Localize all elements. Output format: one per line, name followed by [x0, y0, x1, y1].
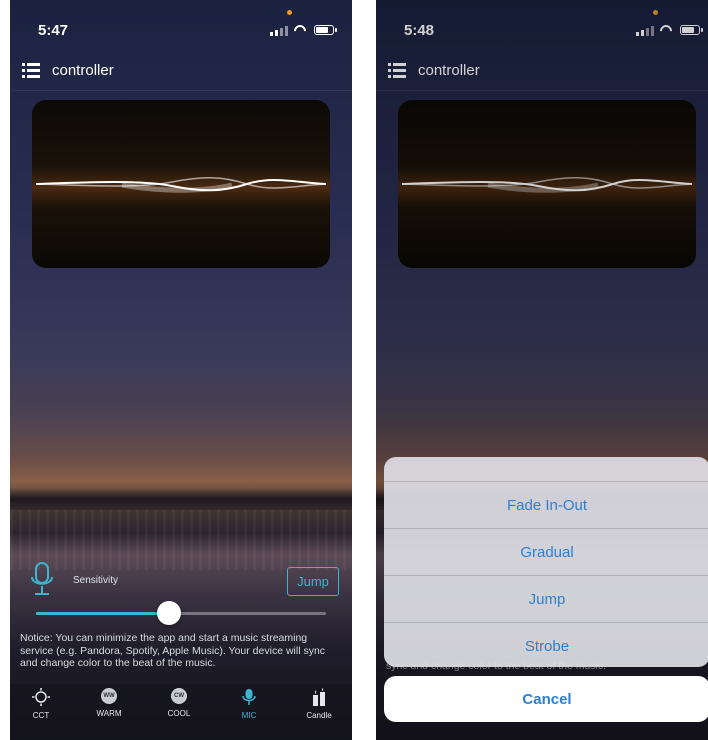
tab-candle[interactable]: Candle	[294, 688, 344, 720]
screen-mic-mode: 5:47 controller Sensitivity Jump Notice:…	[10, 0, 352, 740]
sensitivity-slider[interactable]	[36, 601, 326, 625]
mode-select-button[interactable]: Jump	[287, 567, 339, 596]
waveform-graphic	[35, 176, 327, 193]
microphone-icon[interactable]	[30, 562, 54, 596]
signal-icon	[270, 25, 288, 36]
privacy-indicator-icon	[287, 10, 292, 15]
sun-outline-icon	[32, 688, 50, 706]
notice-text: Notice: You can minimize the app and sta…	[20, 632, 326, 669]
tab-label: CCT	[32, 711, 50, 720]
slider-fill	[36, 612, 170, 615]
tab-label: COOL	[167, 709, 191, 718]
screen-mode-picker: 5:48 controller sync and change color to…	[376, 0, 708, 740]
tab-warm[interactable]: WW WARM	[84, 688, 134, 718]
tab-cct[interactable]: CCT	[16, 688, 66, 720]
option-strobe[interactable]: Strobe	[384, 622, 708, 667]
tab-mic[interactable]: MIC	[224, 688, 274, 720]
sensitivity-label: Sensitivity	[73, 575, 119, 586]
sound-wave-visualizer	[32, 100, 330, 268]
option-jump[interactable]: Jump	[384, 575, 708, 622]
status-icons	[270, 24, 337, 36]
battery-icon	[314, 25, 337, 35]
list-menu-icon[interactable]	[22, 62, 40, 80]
water-reflection	[10, 510, 352, 570]
ww-badge-icon: WW	[100, 688, 118, 706]
option-gradual[interactable]: Gradual	[384, 528, 708, 575]
tab-cool[interactable]: CW COOL	[154, 688, 204, 718]
page-title: controller	[52, 62, 114, 79]
cw-badge-icon: CW	[170, 688, 188, 706]
wifi-icon	[294, 25, 308, 36]
tab-label: WARM	[96, 709, 122, 718]
nav-bar: controller	[10, 54, 352, 91]
horizon-band	[10, 488, 352, 510]
microphone-icon	[242, 689, 256, 705]
cancel-button[interactable]: Cancel	[384, 676, 708, 722]
tab-label: Candle	[306, 711, 332, 720]
option-fade-in-out[interactable]: Fade In-Out	[384, 481, 708, 528]
bottom-tab-bar: CCT WW WARM CW COOL MIC Candle	[10, 684, 352, 740]
status-time: 5:47	[38, 22, 69, 39]
action-sheet: Fade In-Out Gradual Jump Strobe	[384, 457, 708, 667]
tab-label: MIC	[241, 711, 257, 720]
candle-icon	[313, 688, 325, 706]
